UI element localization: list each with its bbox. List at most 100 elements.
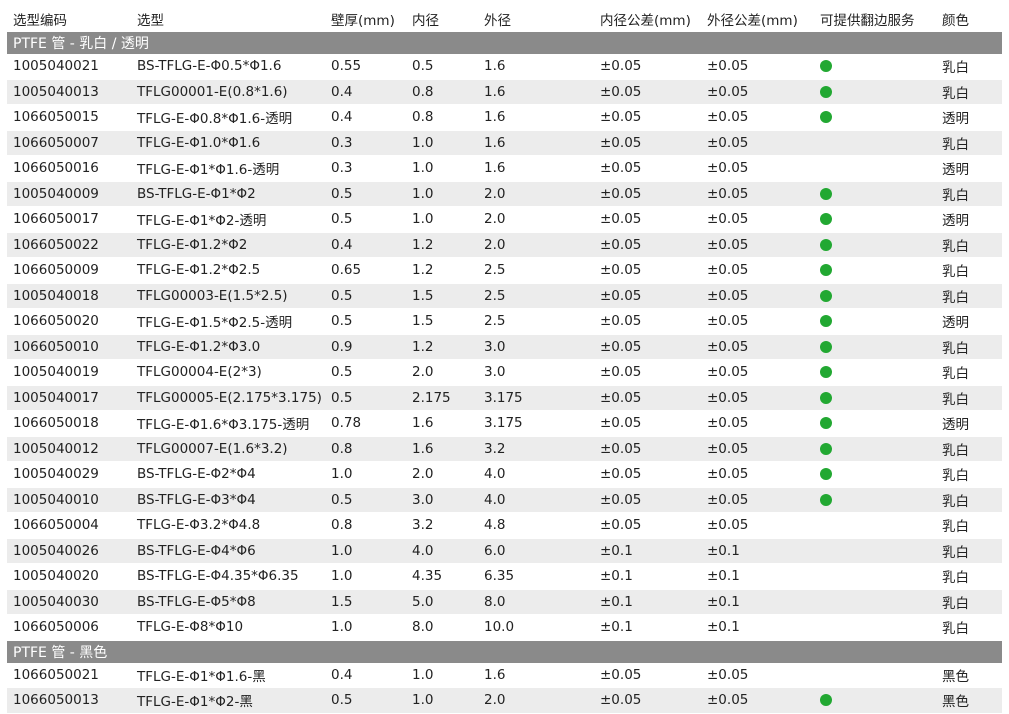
table-row[interactable]: 1066050009 TFLG-E-Φ1.2*Φ2.5 0.65 1.2 2.5 ±0.0… [7,257,1002,284]
table-row[interactable]: 1066050017 TFLG-E-Φ1*Φ2-透明 0.5 1.0 2.0 ±0.05 ±… [7,206,1002,233]
table-row[interactable]: 1005040029 BS-TFLG-E-Φ2*Φ4 1.0 2.0 4.0 ±0.05 ±… [7,461,1002,488]
cell-inner-tolerance: ±0.1 [594,614,701,641]
header-color[interactable]: 颜色 [936,6,1002,32]
header-code[interactable]: 选型编码 [7,6,131,32]
table-row[interactable]: 1066050018 TFLG-E-Φ1.6*Φ3.175-透明 0.78 1.6 3.… [7,410,1002,437]
header-outer-diameter[interactable]: 外径 [478,6,594,32]
table-row[interactable]: 1066050015 TFLG-E-Φ0.8*Φ1.6-透明 0.4 0.8 1.6 ±0… [7,104,1002,131]
cell-color: 黑色 [936,662,1002,688]
cell-wall: 0.4 [325,232,406,258]
cell-outer-diameter: 4.0 [478,461,594,488]
table-row[interactable]: 1066050020 TFLG-E-Φ1.5*Φ2.5-透明 0.5 1.5 2.5 ±0… [7,308,1002,335]
table-row[interactable]: 1005040026 BS-TFLG-E-Φ4*Φ6 1.0 4.0 6.0 ±0.1 ±0… [7,538,1002,564]
table-row[interactable]: 1066050006 TFLG-E-Φ8*Φ10 1.0 8.0 10.0 ±0.1 ±0.… [7,614,1002,641]
cell-model: BS-TFLG-E-Φ4*Φ6 [131,538,325,564]
cell-color: 透明 [936,155,1002,182]
table-row[interactable]: 1005040030 BS-TFLG-E-Φ5*Φ8 1.5 5.0 8.0 ±0.1 ±0… [7,589,1002,615]
cell-inner-diameter: 4.0 [406,538,478,564]
cell-wall: 0.8 [325,436,406,462]
cell-code: 1066050018 [7,410,131,437]
header-wall[interactable]: 壁厚(mm) [325,6,406,32]
cell-outer-tolerance: ±0.05 [701,308,814,335]
cell-inner-tolerance: ±0.05 [594,155,701,182]
cell-flaring-service [814,104,936,131]
cell-inner-diameter: 1.0 [406,155,478,182]
cell-code: 1066050010 [7,334,131,360]
cell-inner-diameter: 4.35 [406,563,478,590]
header-inner-diameter[interactable]: 内径 [406,6,478,32]
cell-color: 乳白 [936,130,1002,156]
table-row[interactable]: 1005040017 TFLG00005-E(2.175*3.175) 0.5 2.1… [7,385,1002,411]
table-row[interactable]: 1066050016 TFLG-E-Φ1*Φ1.6-透明 0.3 1.0 1.6 ±0.0… [7,155,1002,182]
available-dot-icon [820,60,832,73]
cell-code: 1066050004 [7,512,131,539]
cell-inner-tolerance: ±0.1 [594,563,701,590]
cell-color: 乳白 [936,283,1002,309]
cell-inner-diameter: 1.6 [406,410,478,437]
table-row[interactable]: 1066050021 TFLG-E-Φ1*Φ1.6-黑 0.4 1.0 1.6 ±0.05… [7,662,1002,688]
page: 选型编码 选型 壁厚(mm) 内径 外径 内径公差(mm) 外径公差(mm) 可… [0,0,1009,714]
header-outer-tolerance[interactable]: 外径公差(mm) [701,6,814,32]
cell-model: TFLG-E-Φ1.0*Φ1.6 [131,130,325,156]
cell-inner-tolerance: ±0.05 [594,232,701,258]
cell-wall: 0.78 [325,410,406,437]
cell-inner-diameter: 3.2 [406,512,478,539]
cell-color: 乳白 [936,79,1002,105]
cell-outer-diameter: 1.6 [478,79,594,105]
cell-inner-tolerance: ±0.1 [594,589,701,615]
cell-inner-tolerance: ±0.05 [594,257,701,284]
header-flaring-service[interactable]: 可提供翻边服务 [814,6,936,32]
table-row[interactable]: 1066050007 TFLG-E-Φ1.0*Φ1.6 0.3 1.0 1.6 ±0.05… [7,130,1002,156]
table-row[interactable]: 1005040009 BS-TFLG-E-Φ1*Φ2 0.5 1.0 2.0 ±0.05 ±… [7,181,1002,207]
available-dot-icon [820,213,832,226]
cell-wall: 1.0 [325,461,406,488]
cell-code: 1066050015 [7,104,131,131]
available-dot-icon [820,340,832,353]
cell-flaring-service [814,662,936,688]
cell-outer-diameter: 3.175 [478,410,594,437]
table-row[interactable]: 1005040012 TFLG00007-E(1.6*3.2) 0.8 1.6 3.2 ±… [7,436,1002,462]
cell-color: 乳白 [936,512,1002,539]
available-dot-icon [820,694,832,707]
header-model[interactable]: 选型 [131,6,325,32]
cell-inner-tolerance: ±0.1 [594,538,701,564]
cell-color: 黑色 [936,687,1002,714]
header-inner-tolerance[interactable]: 内径公差(mm) [594,6,701,32]
cell-outer-tolerance: ±0.05 [701,436,814,462]
cell-flaring-service [814,687,936,714]
cell-flaring-service [814,589,936,615]
cell-inner-diameter: 1.2 [406,334,478,360]
cell-outer-diameter: 3.0 [478,334,594,360]
cell-model: TFLG-E-Φ0.8*Φ1.6-透明 [131,104,325,131]
cell-color: 乳白 [936,232,1002,258]
cell-wall: 0.4 [325,79,406,105]
table-row[interactable]: 1066050004 TFLG-E-Φ3.2*Φ4.8 0.8 3.2 4.8 ±0.05… [7,512,1002,539]
cell-inner-diameter: 0.8 [406,79,478,105]
cell-code: 1005040012 [7,436,131,462]
table-row[interactable]: 1066050010 TFLG-E-Φ1.2*Φ3.0 0.9 1.2 3.0 ±0.05… [7,334,1002,360]
cell-inner-tolerance: ±0.05 [594,359,701,386]
cell-wall: 0.3 [325,155,406,182]
cell-inner-diameter: 2.0 [406,359,478,386]
table-row[interactable]: 1005040020 BS-TFLG-E-Φ4.35*Φ6.35 1.0 4.35 6.… [7,563,1002,590]
cell-outer-tolerance: ±0.05 [701,687,814,714]
cell-outer-diameter: 2.0 [478,181,594,207]
cell-outer-diameter: 1.6 [478,104,594,131]
cell-color: 乳白 [936,257,1002,284]
cell-color: 乳白 [936,334,1002,360]
table-row[interactable]: 1005040021 BS-TFLG-E-Φ0.5*Φ1.6 0.55 0.5 1.6 ±… [7,54,1002,80]
cell-flaring-service [814,334,936,360]
table-row[interactable]: 1066050013 TFLG-E-Φ1*Φ2-黑 0.5 1.0 2.0 ±0.05 ±0… [7,687,1002,714]
cell-wall: 1.0 [325,614,406,641]
cell-color: 乳白 [936,589,1002,615]
table-row[interactable]: 1005040019 TFLG00004-E(2*3) 0.5 2.0 3.0 ±0.05… [7,359,1002,386]
cell-wall: 0.5 [325,385,406,411]
table-row[interactable]: 1005040010 BS-TFLG-E-Φ3*Φ4 0.5 3.0 4.0 ±0.05 ±… [7,487,1002,513]
cell-flaring-service [814,54,936,80]
table-row[interactable]: 1066050022 TFLG-E-Φ1.2*Φ2 0.4 1.2 2.0 ±0.05 ±0… [7,232,1002,258]
table-row[interactable]: 1005040013 TFLG00001-E(0.8*1.6) 0.4 0.8 1.6 ±… [7,79,1002,105]
cell-inner-diameter: 2.0 [406,461,478,488]
cell-flaring-service [814,232,936,258]
table-row[interactable]: 1005040018 TFLG00003-E(1.5*2.5) 0.5 1.5 2.5 ±… [7,283,1002,309]
available-dot-icon [820,264,832,277]
